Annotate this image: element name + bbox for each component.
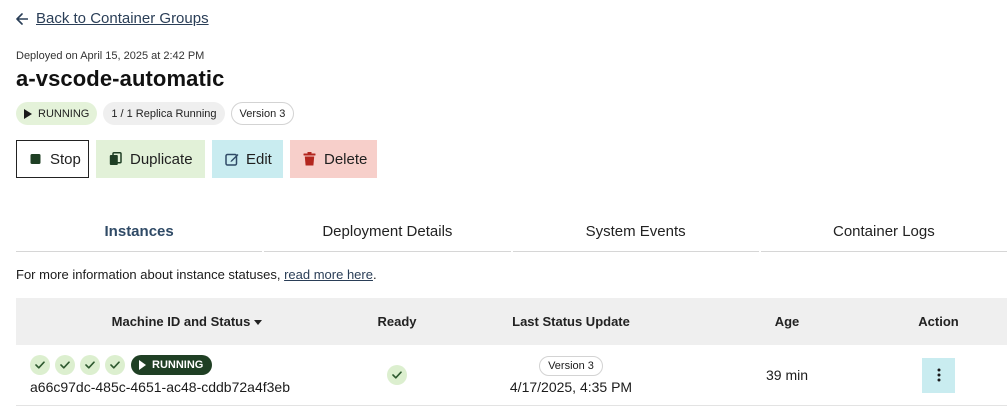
age-value: 39 min [765, 367, 809, 383]
machine-cell: RUNNING a66c97dc-485c-4651-ac48-cddb72a4… [16, 355, 356, 395]
sort-down-icon [254, 320, 263, 326]
delete-button-label: Delete [324, 150, 368, 168]
edit-button-label: Edit [246, 150, 272, 168]
info-text: For more information about instance stat… [16, 267, 377, 282]
tab-instances[interactable]: Instances [16, 212, 263, 252]
duplicate-button-label: Duplicate [130, 150, 193, 168]
stop-button-label: Stop [50, 150, 81, 168]
action-cell [870, 357, 1007, 393]
play-icon [24, 108, 32, 119]
status-checks: RUNNING [30, 355, 213, 375]
version-badge: Version 3 [230, 102, 295, 125]
age-cell: 39 min [704, 367, 870, 383]
back-link-label: Back to Container Groups [36, 10, 209, 27]
machine-id: a66c97dc-485c-4651-ac48-cddb72a4f3eb [30, 379, 290, 395]
play-icon [139, 360, 146, 370]
duplicate-button[interactable]: Duplicate [96, 140, 205, 178]
stop-square-icon [29, 152, 42, 166]
check-icon [105, 355, 125, 375]
tab-container-logs[interactable]: Container Logs [760, 212, 1007, 252]
check-icon [80, 355, 100, 375]
info-text-suffix: . [372, 267, 377, 282]
copy-icon [109, 152, 122, 166]
read-more-link[interactable]: read more here [284, 267, 373, 282]
page: Back to Container Groups Deployed on Apr… [0, 0, 1007, 416]
info-text-body: For more information about instance stat… [16, 267, 285, 282]
stop-button[interactable]: Stop [16, 140, 89, 178]
col-machine-id[interactable]: Machine ID and Status [16, 314, 356, 329]
ready-cell [356, 365, 438, 385]
action-bar: Stop Duplicate Edit Delete [16, 140, 377, 178]
edit-button[interactable]: Edit [212, 140, 283, 178]
replica-badge: 1 / 1 Replica Running [103, 102, 225, 125]
table-header: Machine ID and Status Ready Last Status … [16, 298, 1007, 345]
col-ready: Ready [377, 314, 417, 329]
check-icon [387, 365, 407, 385]
table-row: RUNNING a66c97dc-485c-4651-ac48-cddb72a4… [16, 345, 1007, 406]
col-action: Action [918, 314, 959, 329]
status-badge: RUNNING [16, 102, 98, 125]
arrow-left-icon [16, 12, 28, 25]
kebab-menu-icon [937, 368, 941, 382]
check-icon [30, 355, 50, 375]
tab-bar: Instances Deployment Details System Even… [16, 212, 1007, 252]
status-badge-label: RUNNING [38, 107, 90, 120]
col-last-status-update: Last Status Update [512, 314, 630, 329]
version-badge: Version 3 [539, 355, 603, 376]
edit-pencil-icon [225, 152, 239, 166]
check-icon [55, 355, 75, 375]
deployed-date: Deployed on April 15, 2025 at 2:42 PM [16, 50, 205, 62]
status-badges: RUNNING 1 / 1 Replica Running Version 3 [16, 102, 295, 125]
running-status-label: RUNNING [152, 359, 204, 371]
tab-deployment-details[interactable]: Deployment Details [264, 212, 511, 252]
instances-table: Machine ID and Status Ready Last Status … [16, 298, 1007, 406]
col-machine-id-label: Machine ID and Status [111, 314, 251, 329]
tab-system-events[interactable]: System Events [512, 212, 759, 252]
trash-icon [303, 152, 316, 166]
page-title: a-vscode-automatic [16, 66, 225, 91]
delete-button[interactable]: Delete [290, 140, 377, 178]
col-age: Age [774, 314, 800, 329]
last-update-cell: Version 3 4/17/2025, 4:35 PM [438, 355, 704, 395]
row-actions-button[interactable] [922, 357, 955, 393]
running-status-pill: RUNNING [131, 355, 213, 375]
last-update-timestamp: 4/17/2025, 4:35 PM [509, 378, 633, 395]
back-link[interactable]: Back to Container Groups [16, 10, 209, 27]
